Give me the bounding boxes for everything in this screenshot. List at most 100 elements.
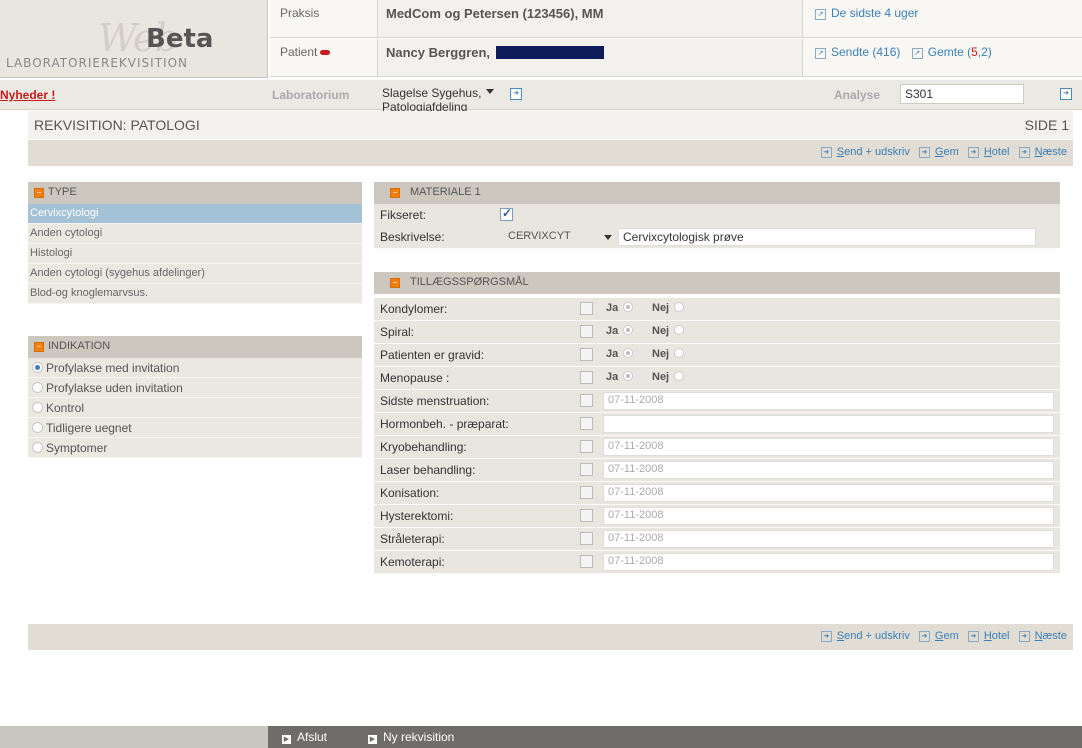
date-input[interactable]: 07-11-2008 [603, 507, 1054, 525]
save-link[interactable]: Gem [935, 630, 959, 642]
exit-label: Afslut [297, 730, 328, 744]
type-heading-text: TYPE [48, 186, 77, 198]
radio-icon[interactable] [623, 302, 634, 312]
question-label: Menopause : [380, 371, 450, 385]
next-link[interactable]: Næste [1035, 146, 1067, 158]
radio-icon[interactable] [32, 442, 43, 453]
radio-icon[interactable] [623, 371, 634, 381]
collapse-icon[interactable]: − [390, 188, 400, 198]
indication-option[interactable]: Symptomer [28, 438, 362, 458]
type-item-blod-knoglemarv[interactable]: Blod-og knoglemarvsus. [28, 284, 362, 304]
footer-bar: ▶ Afslut ▶ Ny rekvisition [0, 726, 1082, 748]
type-item-histologi[interactable]: Histologi [28, 244, 362, 264]
date-input[interactable] [603, 415, 1054, 433]
radio-icon[interactable] [32, 402, 43, 413]
exit-button[interactable]: ▶ Afslut [282, 730, 327, 744]
question-checkbox[interactable] [580, 532, 593, 545]
question-checkbox[interactable] [580, 417, 593, 430]
date-question-label: Stråleterapi: [380, 532, 445, 546]
save-link[interactable]: Gem [935, 146, 959, 158]
date-input[interactable]: 07-11-2008 [603, 392, 1054, 410]
radio-icon[interactable] [623, 348, 634, 358]
question-row: Menopause : Ja Nej [374, 367, 1060, 390]
next-link[interactable]: Næste [1035, 630, 1067, 642]
link-arrow-icon: ↗ [815, 9, 826, 20]
hotel-link[interactable]: Hotel [984, 146, 1010, 158]
question-checkbox[interactable] [580, 440, 593, 453]
date-input[interactable]: 07-11-2008 [603, 553, 1054, 571]
yes-option[interactable]: Ja [606, 371, 634, 383]
collapse-icon[interactable]: − [34, 188, 44, 198]
saved-link[interactable]: Gemte (5,2) [928, 45, 992, 59]
question-checkbox[interactable] [580, 371, 593, 384]
radio-icon[interactable] [674, 302, 685, 312]
indication-option[interactable]: Profylakse med invitation [28, 358, 362, 378]
send-label: end + udskriv [844, 630, 910, 642]
yes-option[interactable]: Ja [606, 302, 634, 314]
indication-option[interactable]: Tidligere uegnet [28, 418, 362, 438]
description-input[interactable]: Cervixcytologisk prøve [618, 228, 1036, 246]
new-requisition-button[interactable]: ▶ Ny rekvisition [368, 730, 454, 744]
radio-icon[interactable] [674, 348, 685, 358]
collapse-icon[interactable]: − [390, 278, 400, 288]
type-item-anden-cytologi-sygehus[interactable]: Anden cytologi (sygehus afdelinger) [28, 264, 362, 284]
date-input[interactable]: 07-11-2008 [603, 461, 1054, 479]
send-print-link[interactable]: Send + udskriv [837, 630, 910, 642]
question-checkbox[interactable] [580, 394, 593, 407]
date-question-row: Hormonbeh. - præparat: [374, 413, 1060, 436]
date-question-row: Laser behandling: 07-11-2008 [374, 459, 1060, 482]
material-panel: −MATERIALE 1 Fikseret: Beskrivelse: CERV… [374, 182, 1060, 256]
radio-icon[interactable] [32, 422, 43, 433]
indication-option[interactable]: Profylakse uden invitation [28, 378, 362, 398]
date-question-label: Laser behandling: [380, 463, 476, 477]
radio-icon[interactable] [674, 371, 685, 381]
question-checkbox[interactable] [580, 302, 593, 315]
question-checkbox[interactable] [580, 463, 593, 476]
radio-icon[interactable] [674, 325, 685, 335]
yes-option[interactable]: Ja [606, 348, 634, 360]
laboratory-select[interactable]: Slagelse Sygehus, Patologiafdeling [382, 86, 502, 114]
action-links: ➜ Send + udskriv ➜ Gem ➜ Hotel ➜ Næste [820, 630, 1067, 642]
no-option[interactable]: Nej [652, 371, 685, 383]
yes-label: Ja [606, 371, 619, 383]
save-label: em [943, 146, 959, 158]
date-input[interactable]: 07-11-2008 [603, 438, 1054, 456]
date-input[interactable]: 07-11-2008 [603, 484, 1054, 502]
radio-selected-icon[interactable] [32, 362, 43, 373]
date-question-label: Hysterektomi: [380, 509, 454, 523]
news-link[interactable]: Nyheder ! [0, 88, 55, 102]
no-option[interactable]: Nej [652, 302, 685, 314]
question-checkbox[interactable] [580, 486, 593, 499]
date-question-row: Hysterektomi: 07-11-2008 [374, 505, 1060, 528]
analysis-input[interactable]: S301 [900, 84, 1024, 104]
no-option[interactable]: Nej [652, 348, 685, 360]
next-accesskey: N [1034, 146, 1043, 158]
chevron-down-icon[interactable] [486, 89, 494, 94]
hotel-link[interactable]: Hotel [984, 630, 1010, 642]
indication-option[interactable]: Kontrol [28, 398, 362, 418]
analysis-go-icon[interactable]: ➜ [1060, 88, 1072, 100]
type-item-anden-cytologi[interactable]: Anden cytologi [28, 224, 362, 244]
yes-option[interactable]: Ja [606, 325, 634, 337]
laboratory-go-icon[interactable]: ➜ [510, 88, 522, 100]
type-item-cervixcytologi[interactable]: Cervixcytologi [28, 204, 362, 224]
chevron-down-icon[interactable] [604, 235, 612, 240]
question-checkbox[interactable] [580, 509, 593, 522]
header-row-praksis: Praksis MedCom og Petersen (123456), MM … [270, 0, 1082, 38]
action-links: ➜ Send + udskriv ➜ Gem ➜ Hotel ➜ Næste [820, 146, 1067, 158]
question-checkbox[interactable] [580, 325, 593, 338]
radio-icon[interactable] [623, 325, 634, 335]
description-code-select[interactable]: CERVIXCYT [508, 230, 571, 242]
question-checkbox[interactable] [580, 348, 593, 361]
fixed-checkbox[interactable] [500, 206, 513, 221]
collapse-icon[interactable]: − [34, 342, 44, 352]
send-print-link[interactable]: Send + udskriv [837, 146, 910, 158]
hotel-accesskey: H [983, 630, 992, 642]
question-checkbox[interactable] [580, 555, 593, 568]
sent-link[interactable]: Sendte (416) [831, 45, 900, 59]
link-arrow-icon: ↗ [911, 48, 923, 59]
date-input[interactable]: 07-11-2008 [603, 530, 1054, 548]
no-option[interactable]: Nej [652, 325, 685, 337]
recent-weeks-link[interactable]: De sidste 4 uger [831, 6, 918, 20]
radio-icon[interactable] [32, 382, 43, 393]
